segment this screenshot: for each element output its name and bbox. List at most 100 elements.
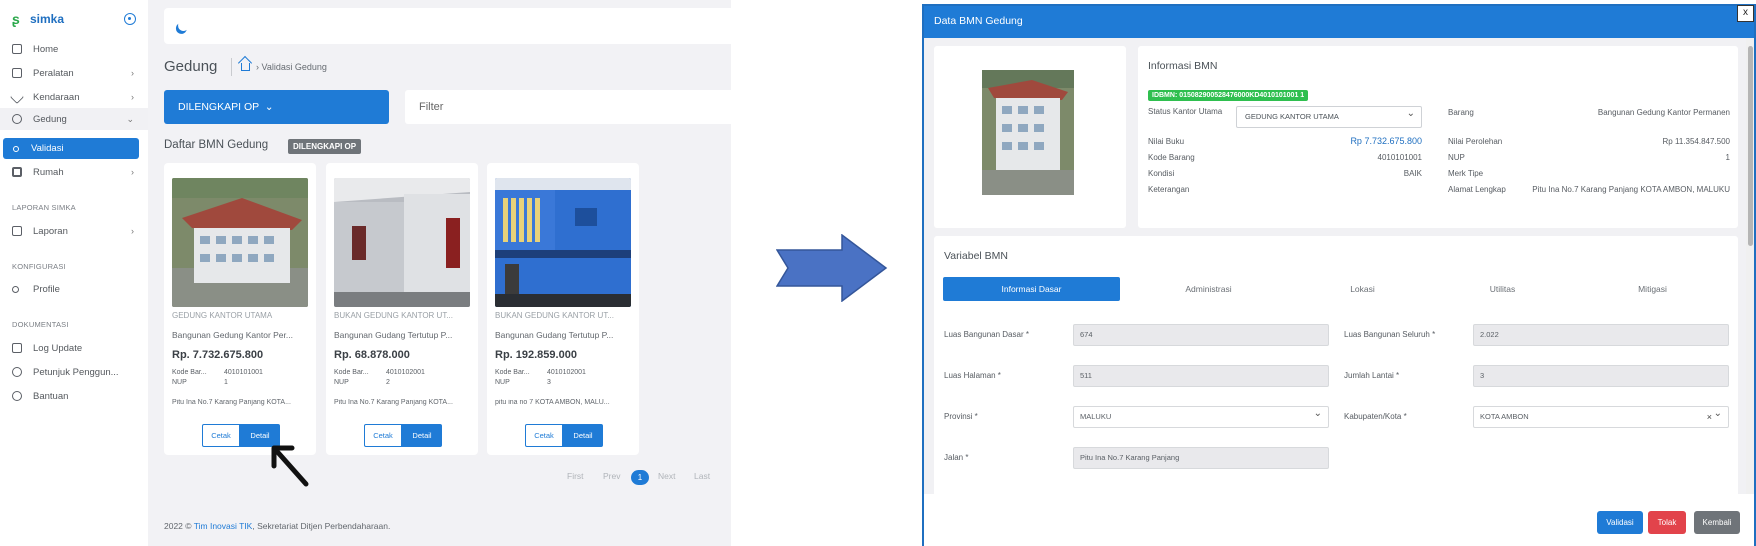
bmn-card: BUKAN GEDUNG KANTOR UT... Bangunan Gudan… xyxy=(326,163,478,455)
detail-button[interactable]: Detail xyxy=(402,424,442,447)
simka-app: ʂ simka Home Peralatan › Kendaraan › Ged… xyxy=(0,0,731,546)
sidebar-item-peralatan[interactable]: Peralatan › xyxy=(0,62,148,84)
luas-seluruh-input[interactable]: 2.022 xyxy=(1473,324,1729,346)
status-kantor-select[interactable]: GEDUNG KANTOR UTAMA xyxy=(1236,104,1422,128)
topbar xyxy=(164,8,731,44)
help-circle-icon xyxy=(12,367,22,377)
sidebar: ʂ simka Home Peralatan › Kendaraan › Ged… xyxy=(0,0,148,546)
sidebar-item-rumah[interactable]: Rumah › xyxy=(0,161,148,183)
sidebar-item-kendaraan[interactable]: Kendaraan › xyxy=(0,86,148,108)
card-name: Bangunan Gedung Kantor Per... xyxy=(172,330,293,340)
jumlah-lantai-input[interactable]: 3 xyxy=(1473,365,1729,387)
kembali-button[interactable]: Kembali xyxy=(1694,511,1740,534)
sidebar-item-label: Profile xyxy=(33,283,60,295)
validasi-button[interactable]: Validasi xyxy=(1597,511,1643,534)
kode-label: Kode Bar... xyxy=(334,369,369,376)
footer-suffix: , Sekretariat Ditjen Perbendaharaan. xyxy=(252,521,391,531)
sidebar-item-bantuan[interactable]: Bantuan xyxy=(0,385,148,407)
kabupaten-select[interactable]: KOTA AMBON × xyxy=(1473,404,1729,428)
footer-link[interactable]: Tim Inovasi TIK xyxy=(194,521,253,531)
chevron-down-icon: ⌄ xyxy=(261,101,274,113)
status-badge: DILENGKAPI OP xyxy=(288,139,362,154)
card-address: pitu ina no 7 KOTA AMBON, MALU... xyxy=(495,399,610,406)
tab-mitigasi[interactable]: Mitigasi xyxy=(1564,277,1741,301)
sidebar-item-gedung[interactable]: Gedung ⌄ xyxy=(0,108,148,130)
kabupaten-value: KOTA AMBON xyxy=(1480,412,1529,421)
home-icon[interactable] xyxy=(241,63,250,71)
tab-informasi-dasar[interactable]: Informasi Dasar xyxy=(943,277,1120,301)
user-icon xyxy=(12,285,19,293)
building-image-3 xyxy=(495,178,631,307)
tolak-button[interactable]: Tolak xyxy=(1648,511,1686,534)
close-icon[interactable]: x xyxy=(1737,5,1754,22)
provinsi-select[interactable]: MALUKU xyxy=(1073,404,1329,428)
sidebar-item-label: Validasi xyxy=(31,143,64,154)
barang-value: Bangunan Gedung Kantor Permanen xyxy=(1597,108,1730,117)
kabupaten-label: Kabupaten/Kota * xyxy=(1344,412,1407,421)
card-actions: Cetak Detail xyxy=(364,424,442,447)
card-status: BUKAN GEDUNG KANTOR UT... xyxy=(334,311,453,320)
building-photo xyxy=(334,178,470,307)
section-dokumentasi: DOKUMENTASI xyxy=(12,320,69,329)
chevron-right-icon: › xyxy=(131,68,134,78)
alamat-label: Alamat Lengkap xyxy=(1448,185,1506,194)
sidebar-item-label: Laporan xyxy=(33,225,68,237)
pager-first[interactable]: First xyxy=(567,471,584,481)
kode-value: 4010101001 xyxy=(224,369,263,376)
card-kode: Kode Bar... 4010102001 xyxy=(495,369,586,376)
card-nup: NUP 1 xyxy=(172,379,228,386)
nup-value: 1 xyxy=(224,379,228,386)
sidebar-item-label: Peralatan xyxy=(33,67,74,79)
sidebar-item-validasi[interactable]: Validasi xyxy=(3,138,139,159)
brand[interactable]: ʂ simka xyxy=(12,12,64,26)
modal-footer: Validasi Tolak Kembali xyxy=(924,494,1754,546)
navigation-icon xyxy=(9,89,25,105)
chevron-right-icon: › xyxy=(131,167,134,177)
sidebar-item-petunjuk[interactable]: Petunjuk Penggun... xyxy=(0,361,148,383)
moon-icon[interactable] xyxy=(176,18,190,32)
modal-scrollbar[interactable] xyxy=(1746,38,1754,494)
kode-barang-label: Kode Barang xyxy=(1148,153,1195,162)
pager-last[interactable]: Last xyxy=(694,471,710,481)
detail-button[interactable]: Detail xyxy=(563,424,603,447)
jalan-input[interactable]: Pitu Ina No.7 Karang Panjang xyxy=(1073,447,1329,469)
status-dropdown-button[interactable]: DILENGKAPI OP ⌄ xyxy=(164,90,389,124)
sidebar-item-log-update[interactable]: Log Update xyxy=(0,337,148,359)
chevron-down-icon: ⌄ xyxy=(126,114,134,124)
pager-current[interactable]: 1 xyxy=(631,470,649,485)
sidebar-item-home[interactable]: Home xyxy=(0,38,148,60)
clear-icon[interactable]: × xyxy=(1707,407,1712,427)
variabel-title: Variabel BMN xyxy=(944,250,1008,262)
filter-input[interactable]: Filter xyxy=(405,90,731,124)
target-circle-icon[interactable] xyxy=(124,13,136,25)
breadcrumb-divider xyxy=(231,58,232,76)
house-icon xyxy=(12,167,22,177)
list-title: Daftar BMN Gedung xyxy=(164,139,269,151)
luas-halaman-input[interactable]: 511 xyxy=(1073,365,1329,387)
pager-prev[interactable]: Prev xyxy=(603,471,620,481)
photo-panel xyxy=(934,46,1126,228)
tablet-icon xyxy=(12,68,22,78)
brand-name: simka xyxy=(30,12,65,26)
cetak-button[interactable]: Cetak xyxy=(202,424,240,447)
screenshot-root: ʂ simka Home Peralatan › Kendaraan › Ged… xyxy=(0,0,1756,546)
pager-next[interactable]: Next xyxy=(658,471,675,481)
nilai-buku-label: Nilai Buku xyxy=(1148,137,1185,146)
tab-administrasi[interactable]: Administrasi xyxy=(1120,277,1297,301)
jalan-label: Jalan * xyxy=(944,453,969,462)
nup-label: NUP xyxy=(172,379,187,386)
alamat-value: Pitu Ina No.7 Karang Panjang KOTA AMBON,… xyxy=(1532,185,1730,194)
scrollbar-thumb[interactable] xyxy=(1748,46,1753,246)
cetak-button[interactable]: Cetak xyxy=(525,424,563,447)
card-name: Bangunan Gudang Tertutup P... xyxy=(334,330,453,340)
breadcrumb-current: Validasi Gedung xyxy=(261,62,327,72)
sidebar-item-profile[interactable]: Profile xyxy=(0,278,148,300)
luas-dasar-input[interactable]: 674 xyxy=(1073,324,1329,346)
sidebar-item-laporan[interactable]: Laporan › xyxy=(0,220,148,242)
cetak-button[interactable]: Cetak xyxy=(364,424,402,447)
card-actions: Cetak Detail xyxy=(525,424,603,447)
kondisi-label: Kondisi xyxy=(1148,169,1175,178)
sidebar-item-label: Petunjuk Penggun... xyxy=(33,366,119,378)
modal-header: Data BMN Gedung xyxy=(924,6,1754,38)
nilai-perolehan-label: Nilai Perolehan xyxy=(1448,137,1503,146)
